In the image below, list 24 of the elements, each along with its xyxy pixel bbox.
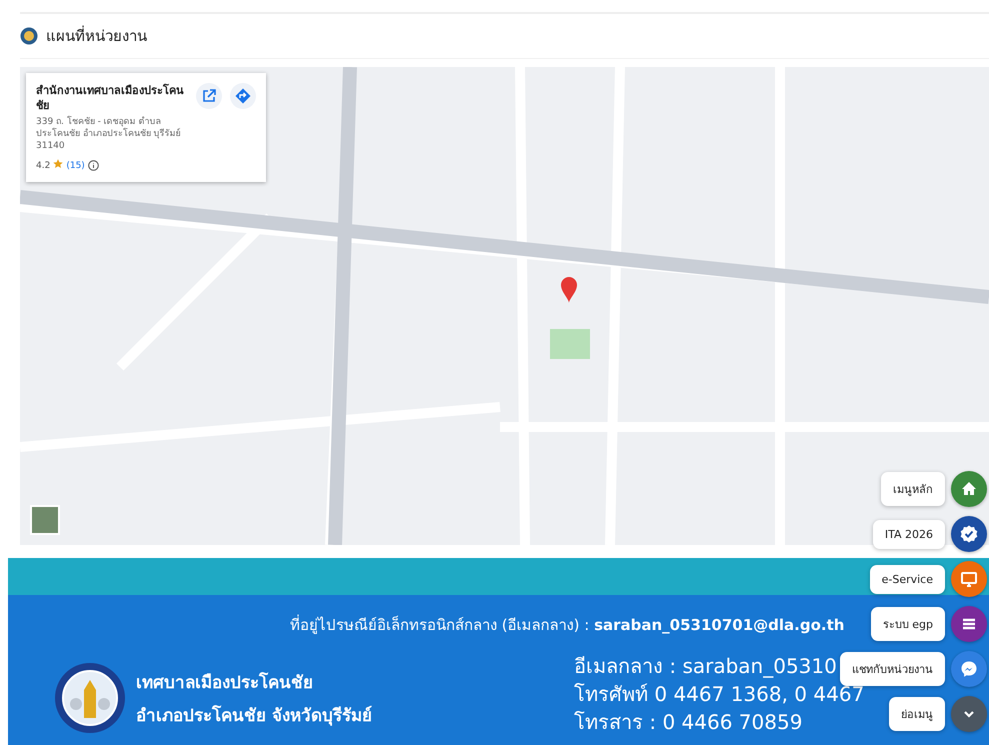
satellite-view-thumbnail[interactable] [30, 505, 60, 535]
open-in-maps-button[interactable] [196, 83, 222, 109]
menu-label-button[interactable]: แชทกับหน่วยงาน [840, 652, 945, 686]
rating-value: 4.2 [36, 160, 50, 170]
menu-label-button[interactable]: ระบบ egp [870, 607, 945, 641]
menu-label-button[interactable]: e-Service [870, 564, 945, 594]
contact-line: โทรสาร : 0 4466 70859 [574, 709, 804, 735]
external-link-icon [202, 89, 216, 103]
directions-icon [235, 88, 251, 104]
central-email-text: ที่อยู่ไปรษณีย์อิเล็กทรอนิกส์กลาง (อีเมลกลาง) : saraban_05310701@dla.go.th [290, 614, 844, 636]
place-address: 339 ถ. โชคชัย - เดชอุดม ตำบล ประโคนชัย อำเภอประโคนชัย บุรีรัมย์ 31140 [36, 116, 182, 152]
place-name: สำนักงานเทศบาลเมืองประโคนชัย [36, 83, 185, 113]
menu-label-button[interactable]: ITA 2026 [872, 520, 945, 548]
info-icon[interactable] [88, 160, 99, 171]
menu-label-button[interactable]: ย่อเมนู [889, 697, 945, 731]
section-title: แผนที่หน่วยงาน [46, 24, 147, 47]
star-icon [53, 159, 64, 169]
directions-button[interactable] [230, 83, 256, 109]
menu-label-button[interactable]: เมนูหลัก [881, 472, 945, 506]
logo-icon [20, 27, 38, 45]
organization-district: อำเภอประโคนชัย จังหวัดบุรีรัมย์ [136, 704, 372, 728]
municipality-seal-icon [54, 662, 126, 734]
organization-name: เทศบาลเมืองประโคนชัย [136, 671, 314, 695]
review-count-link[interactable]: (15) [66, 160, 85, 170]
